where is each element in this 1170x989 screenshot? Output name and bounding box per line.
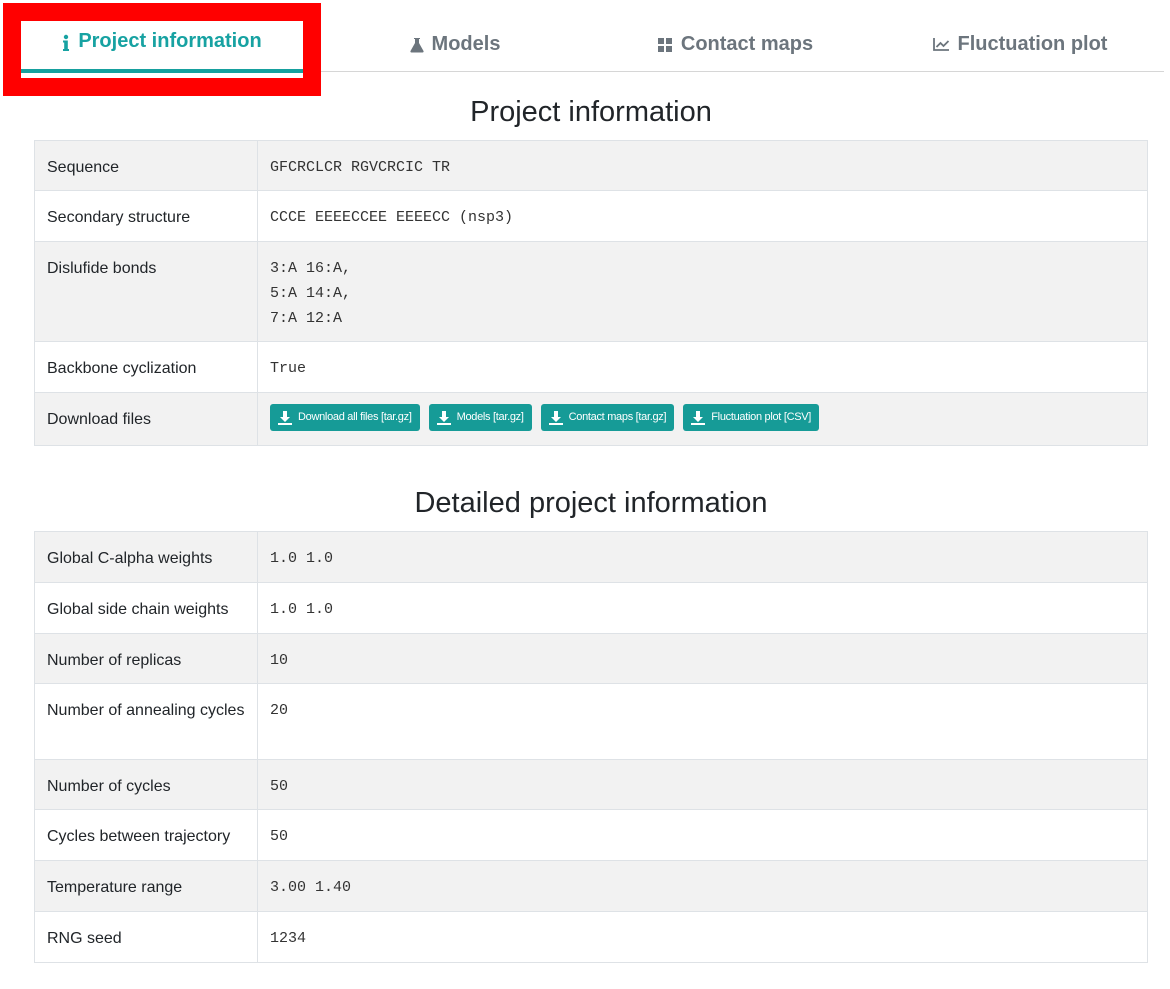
row-label: Download files xyxy=(34,392,258,446)
download-buttons-cell: Download all files [tar.gz] Models [tar.… xyxy=(257,392,1148,446)
download-icon xyxy=(548,410,563,425)
row-value: 3.00 1.40 xyxy=(257,860,1148,912)
row-label: Number of cycles xyxy=(34,759,258,810)
row-label: Global C-alpha weights xyxy=(34,531,258,583)
row-label: RNG seed xyxy=(34,911,258,963)
table-row: Secondary structure CCCE EEEECCEE EEEECC… xyxy=(34,190,1148,242)
download-contact-maps-button[interactable]: Contact maps [tar.gz] xyxy=(540,404,675,431)
table-row: Dislufide bonds 3:A 16:A, 5:A 14:A, 7:A … xyxy=(34,241,1148,342)
tab-label: Contact maps xyxy=(680,33,814,55)
row-value: 20 xyxy=(257,683,1148,760)
table-row: Global C-alpha weights 1.0 1.0 xyxy=(34,531,1148,583)
download-icon xyxy=(436,410,451,425)
row-label: Number of annealing cycles xyxy=(34,683,258,760)
detailed-project-information-heading: Detailed project information xyxy=(414,487,768,519)
row-value: 50 xyxy=(257,809,1148,861)
tab-contact-maps[interactable]: Contact maps xyxy=(620,22,850,72)
detailed-project-information-table: Global C-alpha weights 1.0 1.0 Global si… xyxy=(34,531,1148,963)
disulfide-bond-line: 5:A 14:A, xyxy=(270,285,352,302)
row-value: 50 xyxy=(257,759,1148,810)
secondary-structure-value: CCCE EEEECCEE EEEECC (nsp3) xyxy=(257,190,1148,242)
row-label: Dislufide bonds xyxy=(34,241,258,342)
backbone-cyclization-value: True xyxy=(257,341,1148,393)
active-tab-indicator xyxy=(21,69,303,73)
button-label: Models [tar.gz] xyxy=(456,411,524,423)
tab-project-information[interactable]: Project information xyxy=(21,20,303,73)
sequence-value: GFCRCLCR RGVCRCIC TR xyxy=(257,140,1148,191)
line-chart-icon xyxy=(932,37,950,51)
table-row: Temperature range 3.00 1.40 xyxy=(34,860,1148,912)
row-label: Temperature range xyxy=(34,860,258,912)
table-row: Cycles between trajectory 50 xyxy=(34,809,1148,861)
project-information-heading: Project information xyxy=(470,96,712,128)
row-label: Secondary structure xyxy=(34,190,258,242)
tab-label: Project information xyxy=(78,30,262,52)
tab-label: Models xyxy=(431,33,501,55)
row-label: Number of replicas xyxy=(34,633,258,684)
disulfide-bond-line: 3:A 16:A, xyxy=(270,260,352,277)
table-row: Number of annealing cycles 20 xyxy=(34,683,1148,760)
button-label: Fluctuation plot [CSV] xyxy=(711,411,812,423)
row-label: Backbone cyclization xyxy=(34,341,258,393)
table-row: Download files Download all files [tar.g… xyxy=(34,392,1148,446)
row-value: 10 xyxy=(257,633,1148,684)
tab-bar: Project information Models Contact maps … xyxy=(0,0,1170,100)
project-information-table: Sequence GFCRCLCR RGVCRCIC TR Secondary … xyxy=(34,140,1148,446)
tab-label: Fluctuation plot xyxy=(957,33,1108,55)
row-label: Cycles between trajectory xyxy=(34,809,258,861)
row-value: 1.0 1.0 xyxy=(257,582,1148,634)
download-models-button[interactable]: Models [tar.gz] xyxy=(428,404,532,431)
table-row: RNG seed 1234 xyxy=(34,911,1148,963)
row-value: 1234 xyxy=(257,911,1148,963)
flask-icon xyxy=(409,37,424,53)
download-fluctuation-plot-button[interactable]: Fluctuation plot [CSV] xyxy=(683,404,820,431)
grid-icon xyxy=(657,37,673,53)
table-row: Number of cycles 50 xyxy=(34,759,1148,810)
download-icon xyxy=(691,410,706,425)
row-value: 1.0 1.0 xyxy=(257,531,1148,583)
tab-models[interactable]: Models xyxy=(340,22,570,72)
table-row: Backbone cyclization True xyxy=(34,341,1148,393)
download-icon xyxy=(278,410,292,425)
table-row: Number of replicas 10 xyxy=(34,633,1148,684)
table-row: Global side chain weights 1.0 1.0 xyxy=(34,582,1148,634)
disulfide-bond-line: 7:A 12:A xyxy=(270,310,343,327)
disulfide-bonds-value: 3:A 16:A, 5:A 14:A, 7:A 12:A xyxy=(257,241,1148,342)
download-all-files-button[interactable]: Download all files [tar.gz] xyxy=(270,404,420,431)
button-label: Contact maps [tar.gz] xyxy=(568,411,667,423)
tab-fluctuation-plot[interactable]: Fluctuation plot xyxy=(900,22,1140,72)
row-label: Global side chain weights xyxy=(34,582,258,634)
button-label: Download all files [tar.gz] xyxy=(298,411,412,423)
row-label: Sequence xyxy=(34,140,258,191)
info-icon xyxy=(62,34,70,52)
table-row: Sequence GFCRCLCR RGVCRCIC TR xyxy=(34,140,1148,191)
